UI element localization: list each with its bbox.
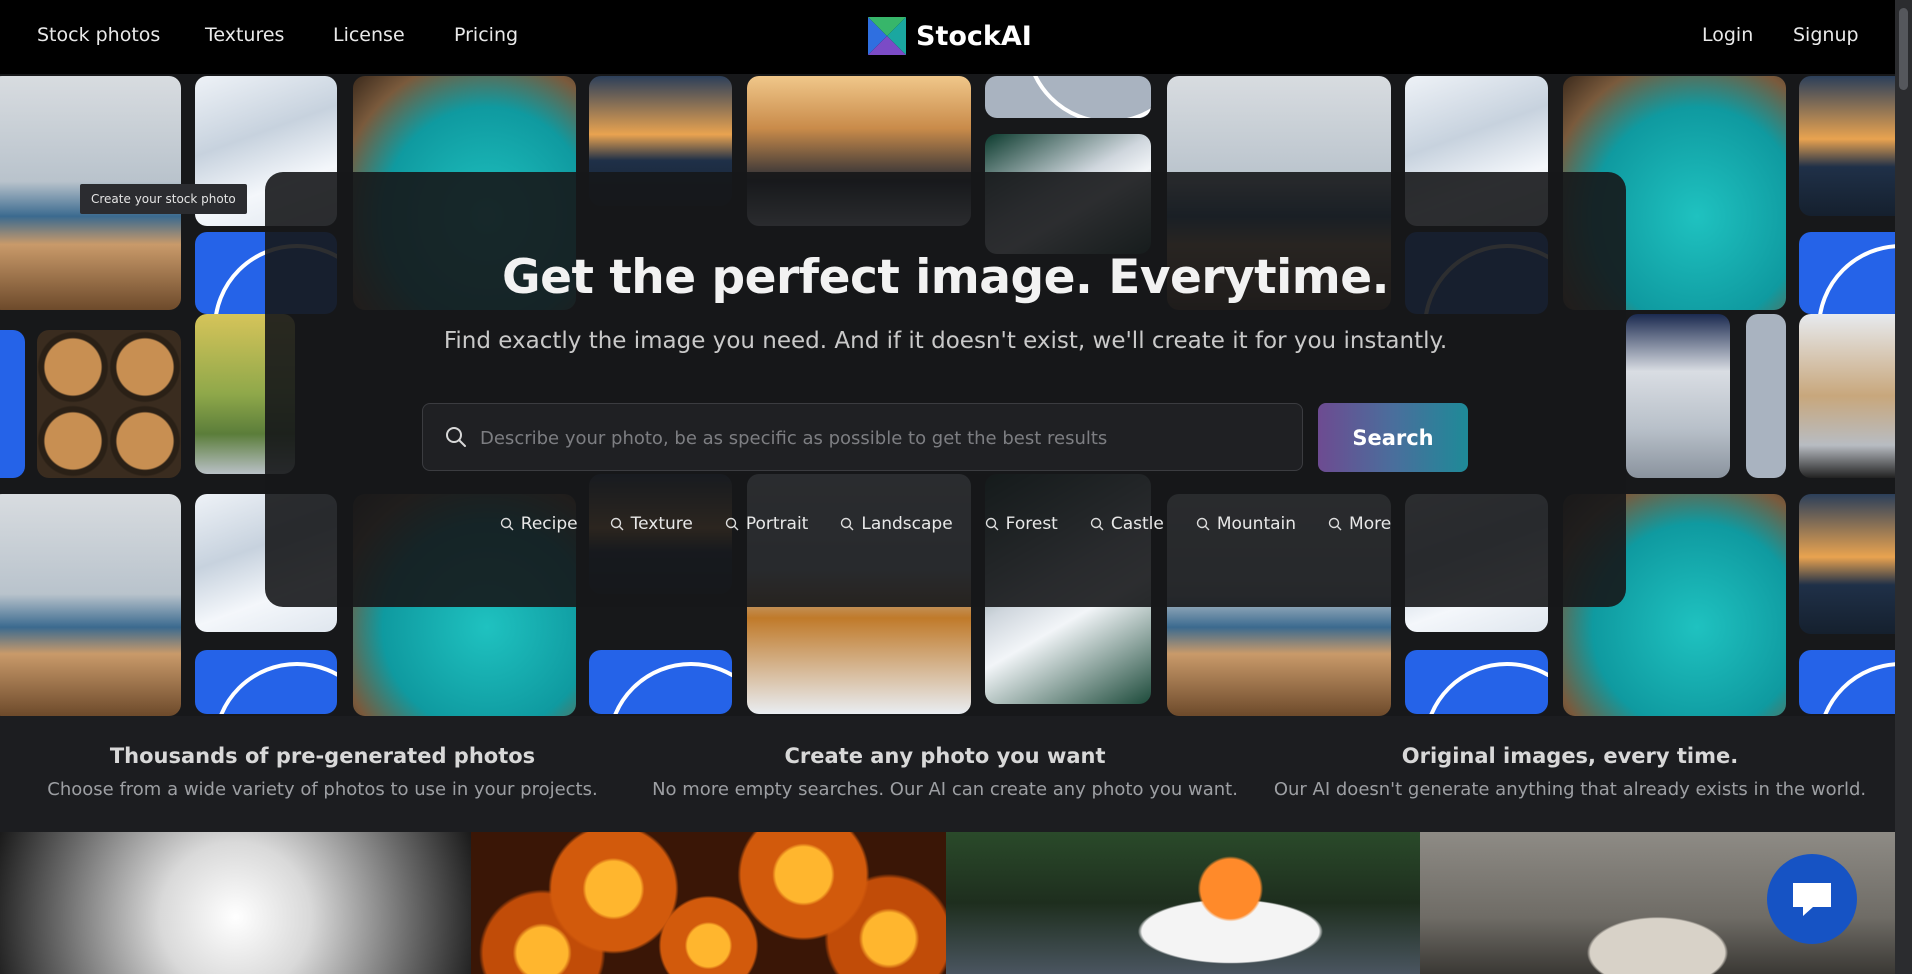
chip-castle[interactable]: Castle	[1076, 506, 1178, 542]
nav-link-stock-photos[interactable]: Stock photos	[37, 24, 160, 46]
search-icon	[500, 517, 514, 531]
feature-description: Choose from a wide variety of photos to …	[47, 779, 598, 800]
search-icon	[985, 517, 999, 531]
chip-label: Landscape	[861, 514, 953, 534]
photo-tile-airport[interactable]	[1626, 314, 1730, 478]
nav-link-textures[interactable]: Textures	[205, 24, 284, 46]
gallery-photo-pumpkins[interactable]	[471, 832, 946, 974]
search-input[interactable]	[478, 404, 1292, 472]
photo-tile-blue[interactable]	[1799, 232, 1895, 314]
search-box[interactable]	[422, 403, 1303, 472]
scrollbar-thumb[interactable]	[1899, 8, 1908, 90]
search-icon	[446, 427, 466, 447]
nav-link-license[interactable]: License	[333, 24, 405, 46]
photo-tile-sunset[interactable]	[1799, 76, 1895, 216]
signup-link[interactable]: Signup	[1793, 24, 1859, 46]
chip-mountain[interactable]: Mountain	[1182, 506, 1310, 542]
search-button[interactable]: Search	[1318, 403, 1468, 472]
feature-title: Original images, every time.	[1401, 744, 1739, 768]
gallery-photo-dog[interactable]	[946, 832, 1420, 974]
search-icon	[841, 517, 854, 531]
photo-tile-blue[interactable]	[195, 650, 337, 714]
chip-portrait[interactable]: Portrait	[711, 506, 823, 542]
search-icon	[1090, 517, 1104, 531]
chip-recipe[interactable]: Recipe	[486, 506, 592, 542]
search-icon	[610, 517, 624, 531]
nav-link-pricing[interactable]: Pricing	[454, 24, 518, 46]
search-icon	[725, 517, 739, 531]
feature-description: Our AI doesn't generate anything that al…	[1273, 779, 1867, 800]
photo-tile-grey[interactable]	[1746, 314, 1786, 478]
login-link[interactable]: Login	[1702, 24, 1753, 46]
chip-landscape[interactable]: Landscape	[826, 506, 966, 542]
logo-icon	[868, 17, 906, 55]
top-nav: Stock photos Textures License Pricing St…	[0, 0, 1895, 74]
chip-label: Forest	[1005, 514, 1058, 534]
feature-title: Create any photo you want	[784, 744, 1106, 768]
page-scrollbar[interactable]	[1895, 0, 1912, 974]
hero-subtitle: Find exactly the image you need. And if …	[443, 328, 1448, 354]
photo-tile-hammock[interactable]	[0, 494, 181, 716]
tooltip: Create your stock photo	[80, 184, 247, 214]
chip-label: Recipe	[520, 514, 578, 534]
chip-more[interactable]: More	[1314, 506, 1405, 542]
hero-title: Get the perfect image. Everytime.	[502, 250, 1389, 305]
brand-name: StockAI	[916, 20, 1032, 52]
photo-tile-blue[interactable]	[1405, 650, 1548, 714]
feature-create-any: Create any photo you want No more empty …	[640, 744, 1250, 800]
chip-label: Mountain	[1216, 514, 1297, 534]
gallery-photo-trees[interactable]	[0, 832, 471, 974]
suggestion-chips: Recipe Texture Portrait Landscape Forest…	[265, 506, 1626, 542]
feature-description: No more empty searches. Our AI can creat…	[652, 779, 1238, 800]
photo-tile-blue[interactable]	[0, 330, 25, 478]
photo-tile-blue[interactable]	[589, 650, 732, 714]
chip-label: Castle	[1110, 514, 1164, 534]
chip-label: Texture	[630, 514, 693, 534]
feature-original: Original images, every time. Our AI does…	[1260, 744, 1880, 800]
chip-forest[interactable]: Forest	[971, 506, 1072, 542]
photo-tile-sunset[interactable]	[1799, 494, 1895, 634]
photo-tile-barrels[interactable]	[37, 330, 181, 478]
chat-icon	[1793, 883, 1831, 916]
photo-tile-warehouse[interactable]	[1799, 314, 1895, 478]
search-icon	[1196, 517, 1210, 531]
hero-panel: Get the perfect image. Everytime. Find e…	[265, 172, 1626, 607]
feature-title: Thousands of pre-generated photos	[109, 744, 536, 768]
chat-button[interactable]	[1767, 854, 1857, 944]
feature-pregenerated: Thousands of pre-generated photos Choose…	[40, 744, 605, 800]
search-icon	[1328, 517, 1342, 531]
chip-texture[interactable]: Texture	[596, 506, 707, 542]
chip-label: Portrait	[745, 514, 809, 534]
photo-tile-blue[interactable]	[1799, 650, 1895, 714]
chip-label: More	[1349, 514, 1392, 534]
photo-tile-grey[interactable]	[985, 76, 1151, 118]
brand-logo[interactable]: StockAI	[868, 17, 1032, 55]
